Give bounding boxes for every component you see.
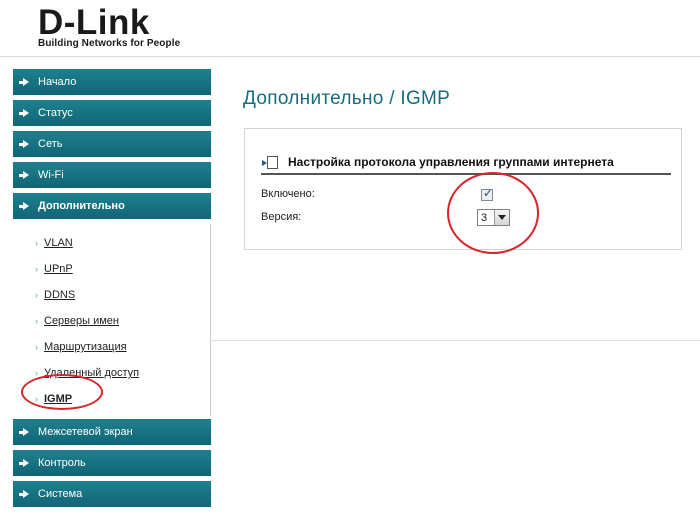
enabled-label: Включено:: [261, 188, 315, 200]
igmp-settings-box: Настройка протокола управления группами …: [244, 128, 682, 250]
arrow-right-icon: [19, 140, 29, 148]
arrow-right-icon: [19, 428, 29, 436]
enabled-checkbox[interactable]: [481, 186, 493, 201]
bullet-icon: ›: [35, 316, 38, 326]
bullet-icon: ›: [35, 290, 38, 300]
sidebar-item-firewall[interactable]: Межсетевой экран: [13, 419, 211, 445]
sidebar-item-label: Wi-Fi: [38, 169, 64, 181]
submenu-item-ddns[interactable]: › DDNS: [13, 282, 211, 308]
bullet-icon: ›: [35, 342, 38, 352]
brand-tagline: Building Networks for People: [38, 38, 181, 49]
sidebar-item-network[interactable]: Сеть: [13, 131, 211, 157]
brand-name: D-Link: [38, 3, 150, 42]
submenu-item-dns-servers[interactable]: › Серверы имен: [13, 308, 211, 334]
arrow-right-icon: [19, 109, 29, 117]
arrow-right-icon: [19, 171, 29, 179]
sidebar: Начало Статус Сеть Wi-Fi Дополнительно ›…: [13, 69, 211, 512]
section-header: Настройка протокола управления группами …: [261, 151, 671, 175]
dropdown-button[interactable]: [494, 210, 509, 225]
sidebar-item-label: Начало: [38, 76, 77, 88]
version-value: 3: [481, 211, 488, 224]
arrow-right-icon: [19, 202, 29, 210]
sidebar-item-label: Система: [38, 488, 83, 500]
bullet-icon: ›: [35, 394, 38, 404]
submenu-item-label: Удаленный доступ: [44, 367, 140, 379]
sidebar-item-label: Межсетевой экран: [38, 426, 133, 438]
sidebar-item-label: Контроль: [38, 457, 86, 469]
submenu-item-label: Маршрутизация: [44, 341, 127, 353]
document-icon: [262, 155, 278, 169]
submenu-item-upnp[interactable]: › UPnP: [13, 256, 211, 282]
bullet-icon: ›: [35, 368, 38, 378]
sidebar-item-status[interactable]: Статус: [13, 100, 211, 126]
submenu-item-remote-access[interactable]: › Удаленный доступ: [13, 360, 211, 386]
advanced-submenu: › VLAN › UPnP › DDNS › Серверы имен › Ма…: [13, 224, 211, 416]
submenu-item-label: VLAN: [44, 237, 73, 249]
submenu-item-label: IGMP: [44, 393, 73, 405]
sidebar-item-label: Статус: [38, 107, 73, 119]
section-title: Настройка протокола управления группами …: [288, 155, 614, 169]
version-select[interactable]: 3: [477, 209, 510, 226]
bullet-icon: ›: [35, 264, 38, 274]
submenu-item-routing[interactable]: › Маршрутизация: [13, 334, 211, 360]
version-label: Версия:: [261, 211, 302, 223]
arrow-right-icon: [19, 78, 29, 86]
sidebar-item-wifi[interactable]: Wi-Fi: [13, 162, 211, 188]
chevron-down-icon: [498, 215, 506, 220]
sidebar-item-label: Дополнительно: [38, 200, 125, 212]
sidebar-item-system[interactable]: Система: [13, 481, 211, 507]
submenu-item-label: DDNS: [44, 289, 76, 301]
sidebar-item-home[interactable]: Начало: [13, 69, 211, 95]
bullet-icon: ›: [35, 238, 38, 248]
sidebar-item-control[interactable]: Контроль: [13, 450, 211, 476]
sidebar-item-label: Сеть: [38, 138, 63, 150]
arrow-right-icon: [19, 490, 29, 498]
sidebar-item-advanced[interactable]: Дополнительно: [13, 193, 211, 219]
submenu-item-label: Серверы имен: [44, 315, 119, 327]
dlink-logo: D-Link Building Networks for People: [38, 3, 181, 50]
submenu-item-vlan[interactable]: › VLAN: [13, 230, 211, 256]
page-title: Дополнительно / IGMP: [243, 88, 451, 109]
submenu-item-igmp[interactable]: › IGMP: [13, 386, 211, 412]
submenu-item-label: UPnP: [44, 263, 73, 275]
arrow-right-icon: [19, 459, 29, 467]
